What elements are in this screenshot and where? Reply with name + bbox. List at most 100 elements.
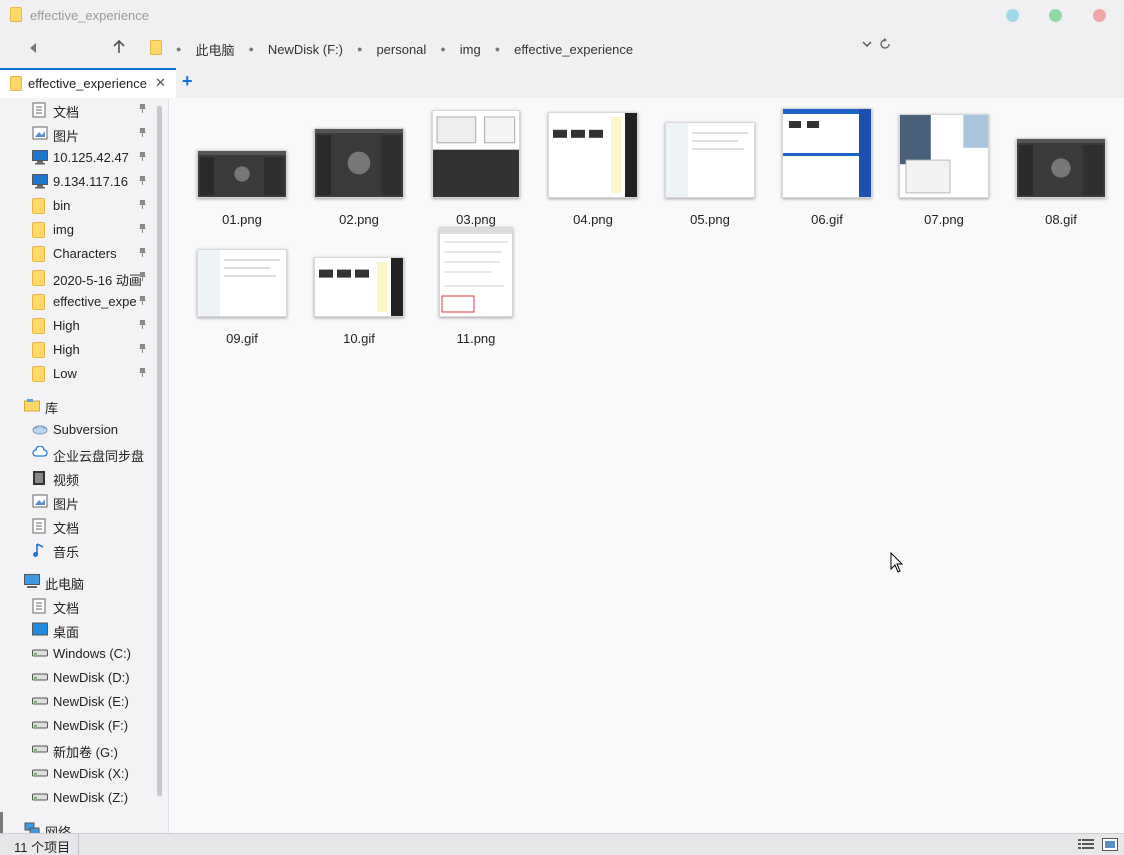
up-arrow-icon[interactable] <box>108 38 130 60</box>
file-name[interactable]: 11.png <box>427 331 525 346</box>
breadcrumb-this-pc[interactable]: 此电脑 <box>195 40 234 59</box>
pin-icon[interactable] <box>138 319 147 333</box>
pin-icon[interactable] <box>138 343 147 357</box>
pin-icon[interactable] <box>138 223 147 237</box>
file-thumbnail[interactable] <box>548 112 638 198</box>
folder-icon <box>32 222 48 238</box>
pin-icon[interactable] <box>138 271 147 285</box>
sidebar-item-img[interactable]: img <box>0 218 150 242</box>
sidebar-item-10-125-42-47[interactable]: 10.125.42.47 <box>0 146 150 170</box>
file-item[interactable]: 07.png <box>895 108 993 227</box>
file-name[interactable]: 05.png <box>661 212 759 227</box>
pin-icon[interactable] <box>138 103 147 117</box>
minimize-button[interactable] <box>1006 9 1019 22</box>
close-icon[interactable]: ✕ <box>155 75 166 91</box>
sidebar-item-newdisk-x[interactable]: NewDisk (X:) <box>0 762 150 786</box>
file-name[interactable]: 03.png <box>427 212 525 227</box>
chevron-down-icon[interactable] <box>862 39 872 51</box>
file-item[interactable]: 10.gif <box>310 227 408 346</box>
sidebar-item-characters[interactable]: Characters <box>0 242 150 266</box>
file-item[interactable]: 04.png <box>544 108 642 227</box>
sidebar-item-windows-c[interactable]: Windows (C:) <box>0 642 150 666</box>
pin-icon[interactable] <box>138 295 147 309</box>
sidebar-item-effective-expe[interactable]: effective_expe <box>0 290 150 314</box>
file-view[interactable]: 01.png 02.png 03.png 04.png 05.png 06.gif 07.p… <box>168 98 1124 833</box>
sidebar-item-item[interactable]: 企业云盘同步盘 <box>0 442 150 466</box>
file-thumbnail[interactable] <box>314 128 404 198</box>
breadcrumb-img[interactable]: img <box>460 42 481 57</box>
sidebar-item-high[interactable]: High <box>0 338 150 362</box>
sidebar-item-newdisk-f[interactable]: NewDisk (F:) <box>0 714 150 738</box>
sidebar-section-this-pc[interactable]: 此电脑 <box>0 570 150 594</box>
file-item[interactable]: 05.png <box>661 108 759 227</box>
sidebar-item-subversion[interactable]: Subversion <box>0 418 150 442</box>
file-item[interactable]: 11.png <box>427 227 525 346</box>
sidebar-section-network[interactable]: 网络 <box>0 818 150 833</box>
breadcrumb-personal[interactable]: personal <box>376 42 426 57</box>
pin-icon[interactable] <box>138 151 147 165</box>
sidebar-item-item[interactable]: 桌面 <box>0 618 150 642</box>
music-icon <box>32 542 48 558</box>
file-item[interactable]: 09.gif <box>193 227 291 346</box>
sidebar-item-item[interactable]: 视频 <box>0 466 150 490</box>
sidebar-item-9-134-117-16[interactable]: 9.134.117.16 <box>0 170 150 194</box>
sidebar-item-2020-5-16[interactable]: 2020-5-16 动画 <box>0 266 150 290</box>
thumbnail-view-icon[interactable] <box>1102 838 1118 851</box>
file-item[interactable]: 06.gif <box>778 108 876 227</box>
sidebar-item-item[interactable]: 文档 <box>0 594 150 618</box>
drive-icon <box>32 646 48 662</box>
pin-icon[interactable] <box>138 247 147 261</box>
sidebar-item-g[interactable]: 新加卷 (G:) <box>0 738 150 762</box>
file-item[interactable]: 03.png <box>427 108 525 227</box>
file-name[interactable]: 01.png <box>193 212 291 227</box>
sidebar-item-item[interactable]: 文档 <box>0 98 150 122</box>
file-thumbnail[interactable] <box>439 227 513 317</box>
maximize-button[interactable] <box>1049 9 1062 22</box>
file-thumbnail[interactable] <box>197 150 287 198</box>
file-thumbnail[interactable] <box>899 114 989 198</box>
file-name[interactable]: 04.png <box>544 212 642 227</box>
pin-icon[interactable] <box>138 127 147 141</box>
sidebar-item-item[interactable]: 图片 <box>0 122 150 146</box>
add-tab-button[interactable]: + <box>182 71 193 92</box>
sidebar-item-newdisk-e[interactable]: NewDisk (E:) <box>0 690 150 714</box>
file-item[interactable]: 08.gif <box>1012 108 1110 227</box>
video-icon <box>32 470 48 486</box>
sidebar-item-item[interactable]: 音乐 <box>0 538 150 562</box>
sidebar-item-item[interactable]: 文档 <box>0 514 150 538</box>
tab-effective-experience[interactable]: effective_experience ✕ <box>0 68 176 98</box>
breadcrumb-effective-experience[interactable]: effective_experience <box>514 42 633 57</box>
sidebar-item-newdisk-d[interactable]: NewDisk (D:) <box>0 666 150 690</box>
pin-icon[interactable] <box>138 199 147 213</box>
file-name[interactable]: 06.gif <box>778 212 876 227</box>
file-thumbnail[interactable] <box>665 122 755 198</box>
file-name[interactable]: 07.png <box>895 212 993 227</box>
sidebar-item-high[interactable]: High <box>0 314 150 338</box>
details-view-icon[interactable] <box>1078 838 1094 851</box>
file-thumbnail[interactable] <box>782 108 872 198</box>
file-thumbnail[interactable] <box>197 249 287 317</box>
sidebar-item-newdisk-z[interactable]: NewDisk (Z:) <box>0 786 150 810</box>
back-arrow-icon[interactable] <box>22 38 44 60</box>
sidebar-item-label: NewDisk (D:) <box>53 670 130 685</box>
sidebar-item-bin[interactable]: bin <box>0 194 150 218</box>
refresh-icon[interactable] <box>879 37 891 53</box>
close-button[interactable] <box>1093 9 1106 22</box>
file-item[interactable]: 01.png <box>193 108 291 227</box>
sidebar-section-library[interactable]: 库 <box>0 394 150 418</box>
sidebar-item-low[interactable]: Low <box>0 362 150 386</box>
sidebar-scrollbar-thumb[interactable] <box>157 106 162 796</box>
file-name[interactable]: 08.gif <box>1012 212 1110 227</box>
breadcrumb-drive-f[interactable]: NewDisk (F:) <box>268 42 343 57</box>
pin-icon[interactable] <box>138 175 147 189</box>
pin-icon[interactable] <box>138 367 147 381</box>
file-thumbnail[interactable] <box>1016 138 1106 198</box>
sidebar-item-item[interactable]: 图片 <box>0 490 150 514</box>
file-name[interactable]: 10.gif <box>310 331 408 346</box>
file-thumbnail[interactable] <box>432 110 520 198</box>
file-thumbnail[interactable] <box>314 257 404 317</box>
file-item[interactable]: 02.png <box>310 108 408 227</box>
network-icon <box>24 822 40 833</box>
file-name[interactable]: 02.png <box>310 212 408 227</box>
file-name[interactable]: 09.gif <box>193 331 291 346</box>
